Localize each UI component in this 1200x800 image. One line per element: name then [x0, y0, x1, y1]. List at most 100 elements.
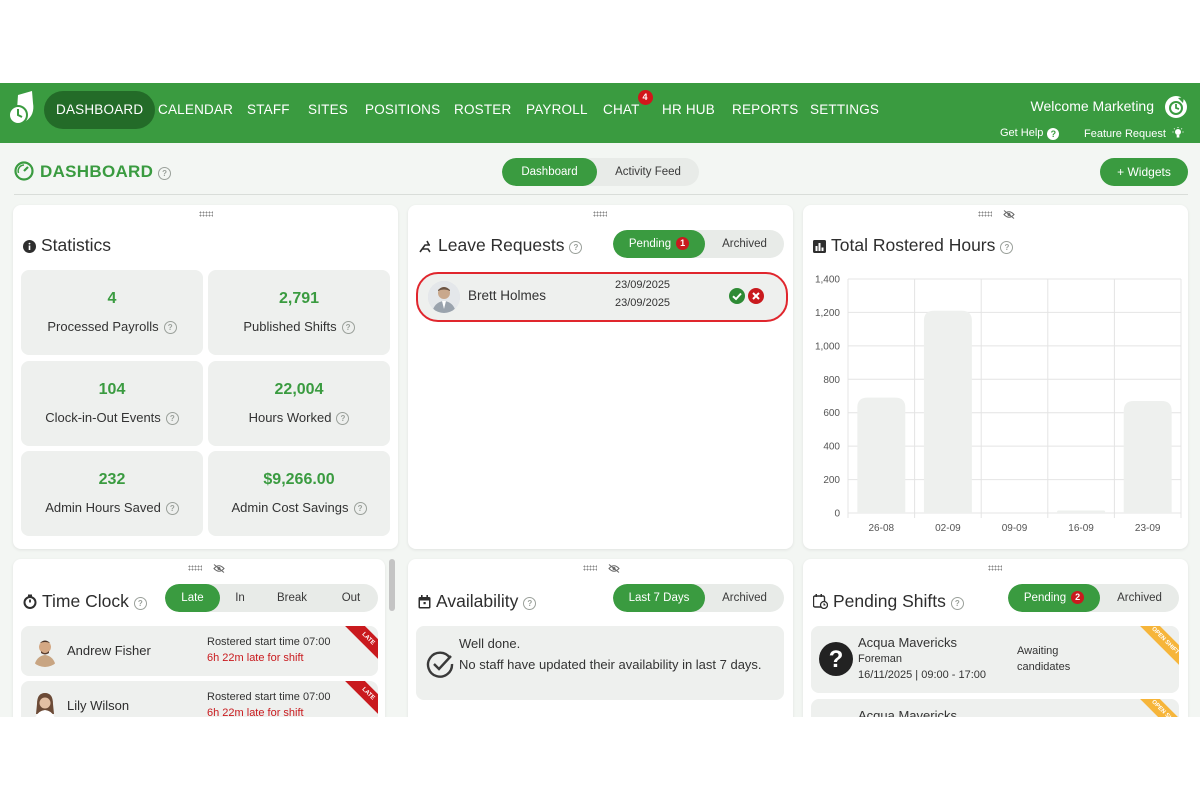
nav-reports[interactable]: REPORTS — [732, 91, 798, 129]
tab-break[interactable]: Break — [260, 584, 324, 612]
get-help-link[interactable]: Get Help? — [1000, 127, 1060, 140]
tab-archived[interactable]: Archived — [705, 584, 784, 612]
shift-site: Acqua Mavericks — [858, 708, 957, 717]
tab-archived[interactable]: Archived — [705, 230, 784, 258]
hide-eye-icon[interactable] — [608, 564, 620, 573]
add-widgets-button[interactable]: + Widgets — [1100, 158, 1188, 186]
approve-icon[interactable] — [729, 288, 745, 304]
lightbulb-icon — [1172, 127, 1184, 138]
x-tick-label: 09-09 — [1002, 523, 1028, 534]
leave-request-row[interactable]: Brett Holmes 23/09/2025 23/09/2025 — [416, 272, 788, 322]
tab-late[interactable]: Late — [165, 584, 220, 612]
view-toggle: Dashboard Activity Feed — [502, 158, 699, 186]
stat-card: 104 Clock-in-Out Events? — [21, 361, 203, 446]
nav-payroll[interactable]: PAYROLL — [526, 91, 588, 129]
stat-label: Clock-in-Out Events? — [21, 410, 203, 425]
nav-settings[interactable]: SETTINGS — [810, 91, 879, 129]
help-icon[interactable]: ? — [569, 241, 583, 254]
help-icon[interactable]: ? — [950, 597, 964, 610]
tab-activity-feed[interactable]: Activity Feed — [597, 158, 699, 186]
page-title: DASHBOARD? — [14, 161, 172, 183]
y-tick-label: 1,200 — [815, 308, 840, 319]
nav-chat[interactable]: CHAT 4 — [603, 90, 653, 129]
drag-handle[interactable] — [188, 565, 202, 571]
stat-label-text: Admin Hours Saved — [45, 500, 161, 515]
help-icon[interactable]: ? — [133, 597, 147, 610]
nav-roster[interactable]: ROSTER — [454, 91, 511, 129]
drag-handle[interactable] — [199, 211, 213, 217]
check-circle-icon — [426, 651, 454, 678]
y-tick-label: 600 — [823, 408, 840, 419]
help-icon[interactable]: ? — [523, 597, 537, 610]
avatar — [428, 281, 460, 313]
help-icon[interactable]: ? — [158, 167, 172, 180]
availability-tabs: Last 7 Days Archived — [613, 584, 784, 612]
tab-in[interactable]: In — [220, 584, 260, 612]
panel-title: Availability? — [418, 591, 537, 612]
stat-label: Admin Cost Savings? — [208, 500, 390, 515]
app-logo-icon[interactable] — [8, 91, 38, 129]
help-icon[interactable]: ? — [163, 321, 177, 334]
gauge-icon — [14, 161, 34, 181]
list-item[interactable]: Andrew Fisher Rostered start time 07:00 … — [21, 626, 378, 676]
y-tick-label: 1,000 — [815, 341, 840, 352]
chart-bar — [857, 397, 906, 513]
stat-value: 2,791 — [278, 290, 320, 307]
availability-message: Well done. No staff have updated their a… — [416, 626, 784, 700]
drag-handle[interactable] — [583, 565, 597, 571]
shift-status: Awaiting candidates — [1017, 645, 1071, 673]
chart-bar — [1057, 510, 1106, 513]
nav-calendar[interactable]: CALENDAR — [158, 91, 233, 129]
nav-dashboard[interactable]: DASHBOARD — [44, 91, 156, 129]
rostered-start: Rostered start time 07:00 — [207, 691, 331, 703]
avatar — [29, 690, 61, 717]
tab-dashboard[interactable]: Dashboard — [502, 158, 597, 186]
drag-handle[interactable] — [988, 565, 1002, 571]
rostered-start: Rostered start time 07:00 — [207, 636, 331, 648]
tab-archived[interactable]: Archived — [1100, 584, 1179, 612]
y-tick-label: 400 — [823, 442, 840, 453]
statistics-title: Statistics — [41, 235, 112, 255]
tab-pending[interactable]: Pending 1 — [613, 230, 705, 258]
shift-site: Acqua Mavericks — [858, 635, 957, 650]
stat-label-text: Admin Cost Savings — [231, 500, 349, 515]
list-item[interactable]: ? Acqua Mavericks Foreman 16/11/2025 | 0… — [811, 626, 1179, 693]
help-icon[interactable]: ? — [165, 502, 179, 515]
stat-value: 22,004 — [274, 381, 324, 398]
help-icon[interactable]: ? — [341, 321, 355, 334]
nav-staff[interactable]: STAFF — [247, 91, 290, 129]
nav-hr-hub[interactable]: HR HUB — [662, 91, 715, 129]
y-tick-label: 800 — [823, 375, 840, 386]
calendar-clock-icon — [812, 594, 829, 610]
person-photo-icon — [29, 690, 61, 717]
stat-label: Hours Worked? — [208, 410, 390, 425]
nav-sites[interactable]: SITES — [308, 91, 348, 129]
time-clock-scrollbar[interactable] — [389, 559, 395, 611]
list-item[interactable]: Acqua Mavericks OPEN SHIFT — [811, 699, 1179, 717]
tab-pending[interactable]: Pending 2 — [1008, 584, 1100, 612]
leave-requests-title: Leave Requests — [438, 235, 565, 255]
stat-label-text: Processed Payrolls — [47, 319, 159, 334]
open-shift-ribbon: OPEN SHIFT — [1138, 699, 1179, 717]
drag-handle[interactable] — [593, 211, 607, 217]
tab-last-7-days[interactable]: Last 7 Days — [613, 584, 705, 612]
stat-card: 2,791 Published Shifts? — [208, 270, 390, 355]
hide-eye-icon[interactable] — [213, 564, 225, 573]
list-item[interactable]: Lily Wilson Rostered start time 07:00 6h… — [21, 681, 378, 717]
nav-positions[interactable]: POSITIONS — [365, 91, 440, 129]
reject-icon[interactable] — [748, 288, 764, 304]
shift-time: 16/11/2025 | 09:00 - 17:00 — [858, 669, 987, 681]
help-icon[interactable]: ? — [353, 502, 367, 515]
tab-out[interactable]: Out — [324, 584, 378, 612]
user-avatar-icon[interactable] — [1164, 95, 1188, 119]
stat-value: $9,266.00 — [263, 471, 335, 488]
help-icon[interactable]: ? — [336, 412, 350, 425]
employee-name: Lily Wilson — [67, 698, 130, 713]
info-icon — [23, 240, 36, 253]
welcome-text: Welcome Marketing — [1030, 98, 1154, 114]
help-icon[interactable]: ? — [165, 412, 179, 425]
time-clock-title: Time Clock — [42, 591, 129, 611]
stopwatch-icon — [23, 594, 37, 609]
feature-request-link[interactable]: Feature Request — [1084, 127, 1184, 140]
late-text: 6h 22m late for shift — [207, 652, 304, 664]
